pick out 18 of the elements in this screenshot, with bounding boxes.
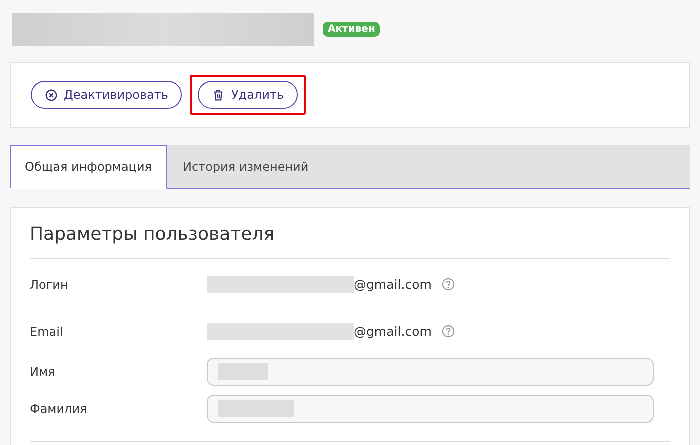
tab[interactable]: Общая информация xyxy=(10,145,167,189)
cancel-icon xyxy=(45,88,58,102)
deactivate-button[interactable]: Деактивировать xyxy=(31,81,182,109)
tab[interactable]: История изменений xyxy=(167,145,325,189)
field-label: Логин xyxy=(30,278,70,292)
field-label: Фамилия xyxy=(30,402,88,416)
section-title: Параметры пользователя xyxy=(30,224,276,245)
input-field[interactable] xyxy=(207,394,654,422)
delete-button[interactable]: Удалить xyxy=(198,81,298,109)
help-icon[interactable] xyxy=(442,325,455,338)
field-value: @gmail.com xyxy=(354,324,432,339)
trash-icon xyxy=(212,88,226,102)
field-value: @gmail.com xyxy=(354,277,432,292)
field-label: Имя xyxy=(30,364,56,378)
input-field[interactable] xyxy=(207,358,654,386)
status-badge: Активен xyxy=(323,22,380,36)
help-icon[interactable] xyxy=(442,278,455,291)
field-label: Email xyxy=(30,324,64,338)
